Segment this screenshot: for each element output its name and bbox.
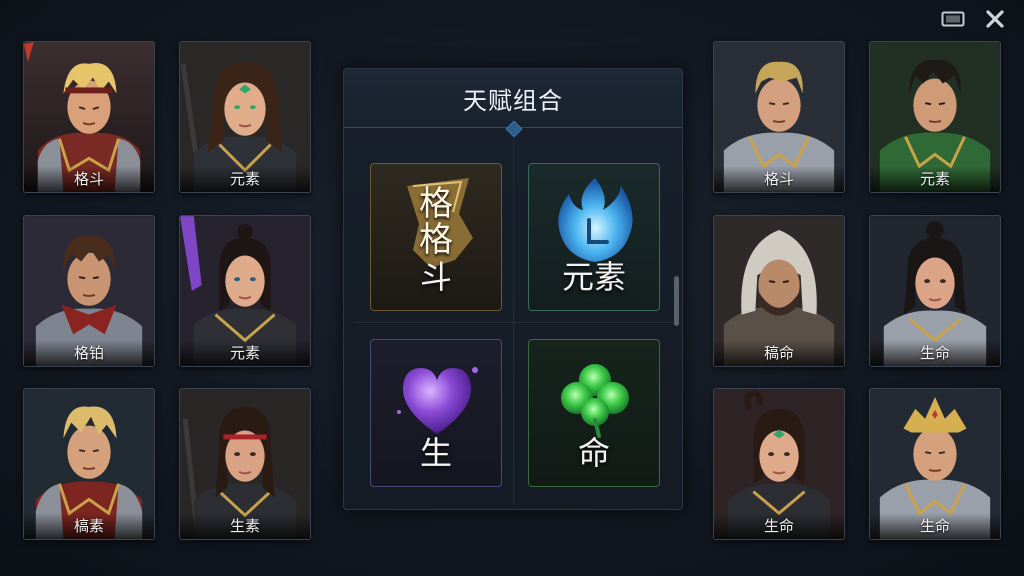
screen-icon[interactable] (940, 8, 966, 30)
hero-card[interactable]: 元素 (179, 41, 311, 193)
talent-slot-life-clover[interactable]: 命 (528, 339, 660, 487)
panel-header: 天赋组合 (344, 69, 682, 128)
hero-card[interactable]: 格铂 (23, 215, 155, 367)
talent-label: 生 (419, 434, 452, 472)
panel-title: 天赋组合 (463, 87, 563, 115)
hero-card[interactable]: 槁素 (23, 388, 155, 540)
close-icon[interactable] (982, 8, 1008, 30)
talent-slot-element[interactable]: 元素 (528, 163, 660, 311)
talent-glyph: 格 (419, 184, 453, 224)
talent-label: 命 (577, 434, 610, 472)
hero-label: 生命 (714, 513, 844, 539)
talent-slot-life[interactable]: 生 (370, 339, 502, 487)
hero-card[interactable]: 元素 (179, 215, 311, 367)
hero-label: 格铂 (24, 340, 154, 366)
hero-card[interactable]: 稿命 (713, 215, 845, 367)
hero-label: 生素 (180, 513, 310, 539)
hero-card[interactable]: 生素 (179, 388, 311, 540)
hero-label: 元素 (180, 340, 310, 366)
hero-card[interactable]: 生命 (869, 215, 1001, 367)
hero-label: 生命 (870, 340, 1000, 366)
talent-combination-panel: 天赋组合 格 格 斗 元素 生 命 (343, 68, 683, 510)
hero-label: 格斗 (24, 166, 154, 192)
hero-label: 稿命 (714, 340, 844, 366)
talent-slot-fighting[interactable]: 格 格 斗 (370, 163, 502, 311)
talent-label: 斗 (419, 258, 452, 296)
divider (354, 322, 674, 323)
window-controls (940, 8, 1008, 30)
hero-card[interactable]: 元素 (869, 41, 1001, 193)
hero-card[interactable]: 生命 (869, 388, 1001, 540)
scrollbar-thumb[interactable] (674, 276, 679, 326)
talent-label: 元素 (561, 258, 626, 296)
hero-card[interactable]: 格斗 (23, 41, 155, 193)
hero-card[interactable]: 格斗 (713, 41, 845, 193)
hero-label: 格斗 (714, 166, 844, 192)
hero-card[interactable]: 生命 (713, 388, 845, 540)
hero-label: 槁素 (24, 513, 154, 539)
hero-label: 元素 (870, 166, 1000, 192)
hero-label: 生命 (870, 513, 1000, 539)
hero-label: 元素 (180, 166, 310, 192)
